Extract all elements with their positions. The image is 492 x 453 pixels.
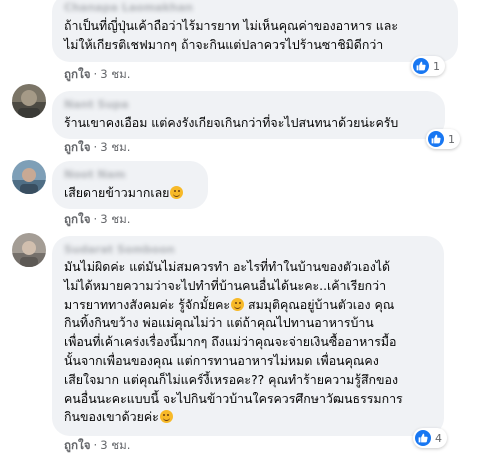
like-thumb-icon bbox=[415, 430, 431, 446]
timestamp[interactable]: 3 ชม. bbox=[100, 212, 130, 226]
comment-text: เสียดายข้าวมากเลย bbox=[64, 183, 196, 202]
comment-author[interactable]: Sudarat Somboon bbox=[64, 243, 432, 257]
reaction-count: 1 bbox=[433, 59, 440, 73]
reaction-count: 4 bbox=[435, 431, 442, 445]
avatar[interactable] bbox=[12, 160, 46, 194]
comment-meta: ถูกใจ · 3 ชม. bbox=[64, 66, 130, 82]
comment-bubble: Noot Nam เสียดายข้าวมากเลย bbox=[52, 161, 208, 209]
timestamp[interactable]: 3 ชม. bbox=[100, 67, 130, 81]
comment-text: มันไม่ผิดค่ะ แต่มันไม่สมควรทำ อะไรที่ทำใ… bbox=[64, 259, 403, 425]
comment-meta: ถูกใจ · 3 ชม. bbox=[64, 437, 130, 453]
like-thumb-icon bbox=[413, 58, 429, 74]
reaction-summary[interactable]: 4 bbox=[413, 428, 447, 448]
smiling-face-icon bbox=[231, 297, 245, 311]
comment-bubble: Chanapa Laomakhan ถ้าเป็นที่ญี่ปุ่นเค้าถ… bbox=[52, 0, 458, 62]
smiling-face-icon bbox=[159, 410, 173, 424]
comment-bubble: Sudarat Somboon มันไม่ผิดค่ะ แต่มันไม่สม… bbox=[52, 236, 444, 436]
smiling-face-icon bbox=[170, 186, 184, 199]
timestamp[interactable]: 3 ชม. bbox=[100, 140, 130, 154]
comment-text: ร้านเขาคงเอือม แต่คงรังเกียจเกินกว่าที่จ… bbox=[64, 115, 399, 130]
like-thumb-icon bbox=[428, 131, 444, 147]
comment-meta: ถูกใจ · 3 ชม. bbox=[64, 211, 130, 227]
like-link[interactable]: ถูกใจ bbox=[64, 67, 91, 81]
reaction-count: 1 bbox=[448, 132, 455, 146]
avatar[interactable] bbox=[12, 84, 46, 118]
like-link[interactable]: ถูกใจ bbox=[64, 212, 91, 226]
separator-dot: · bbox=[93, 67, 98, 81]
avatar[interactable] bbox=[12, 233, 46, 267]
comment-author[interactable]: Chanapa Laomakhan bbox=[64, 1, 446, 15]
separator-dot: · bbox=[93, 212, 98, 226]
comment-author[interactable]: Nant Supa bbox=[64, 98, 433, 112]
comment-bubble: Nant Supa ร้านเขาคงเอือม แต่คงรังเกียจเก… bbox=[52, 91, 445, 139]
reaction-summary[interactable]: 1 bbox=[426, 129, 460, 149]
comment-author[interactable]: Noot Nam bbox=[64, 168, 196, 182]
reaction-summary[interactable]: 1 bbox=[411, 56, 445, 76]
comment-text: ถ้าเป็นที่ญี่ปุ่นเค้าถือว่าไร้มารยาท ไม่… bbox=[64, 18, 399, 52]
like-link[interactable]: ถูกใจ bbox=[64, 140, 91, 154]
separator-dot: · bbox=[93, 140, 98, 154]
comment-meta: ถูกใจ · 3 ชม. bbox=[64, 139, 130, 155]
